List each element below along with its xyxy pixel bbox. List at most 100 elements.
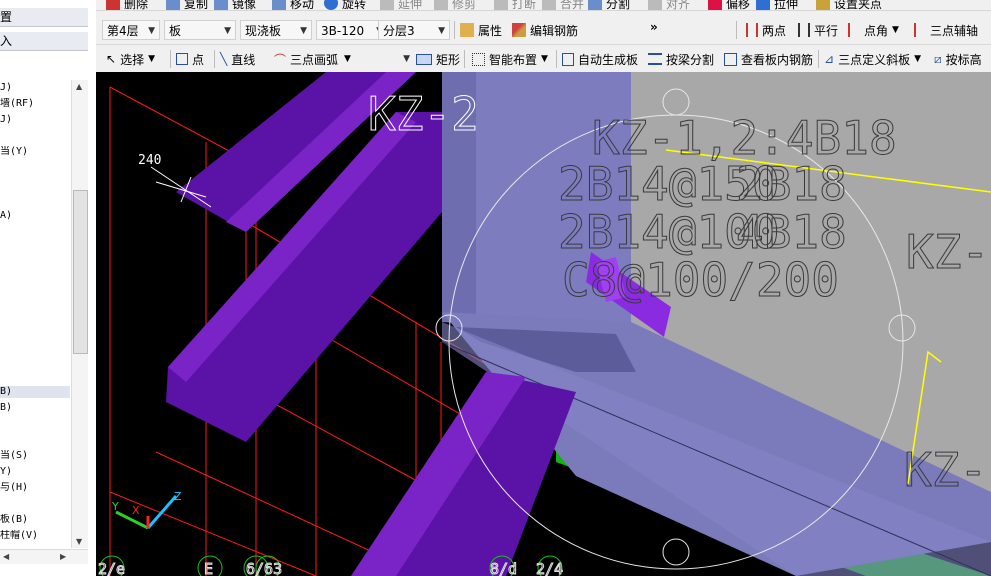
separator — [214, 50, 215, 68]
rotate-icon — [324, 0, 338, 10]
align-button[interactable]: 对齐 — [648, 0, 690, 10]
rotate-button[interactable]: 旋转 — [324, 0, 366, 10]
tree-item[interactable]: Y) — [0, 466, 70, 478]
tree-item[interactable]: A) — [0, 210, 70, 222]
layer-select[interactable]: 分层3 ▼ — [378, 20, 450, 40]
more-toolbar-button[interactable]: » — [650, 16, 658, 38]
dim-label: 240 — [138, 153, 161, 168]
svg-text:Y: Y — [111, 500, 119, 513]
chevron-down-icon: ▼ — [148, 54, 155, 64]
delete-icon — [106, 0, 120, 10]
tree-item[interactable]: B) — [0, 402, 70, 414]
tree-item[interactable]: 与(H) — [0, 482, 70, 494]
separator — [464, 50, 465, 68]
column-label-right: KZ- — [906, 225, 989, 279]
trim-button[interactable]: 修剪 — [434, 0, 476, 10]
tree-item-selected[interactable]: B) — [0, 386, 70, 398]
rebar-icon — [512, 23, 526, 37]
tree-item[interactable]: 当(S) — [0, 450, 70, 462]
model-view[interactable]: 240 KZ-2 KZ-1,2:4B18 2B14@150 2B18 2B14@… — [96, 72, 991, 576]
slope-icon: ⊿ — [824, 52, 835, 66]
axis-label: 2/4 — [536, 560, 563, 576]
arc-button[interactable]: ⌒ 三点画弧 ▼ — [274, 48, 351, 70]
parallel-axis-button[interactable]: 平行 — [798, 19, 838, 41]
delete-button[interactable]: 删除 — [106, 0, 148, 10]
offset-icon — [708, 0, 722, 10]
separator — [170, 50, 171, 68]
axis-label: E — [204, 560, 213, 576]
vertical-scrollbar[interactable]: ▲ ▼ — [71, 80, 88, 548]
break-button[interactable]: 打断 — [494, 0, 536, 10]
align-icon — [648, 0, 662, 10]
two-point-icon — [746, 23, 758, 37]
cursor-icon: ↖ — [106, 52, 117, 66]
chevron-down-icon: ▼ — [892, 25, 899, 35]
chevron-down-icon: ▼ — [541, 54, 548, 64]
separator — [556, 50, 557, 68]
view-rebar-in-slab-button[interactable]: 查看板内钢筋 — [724, 48, 813, 70]
left-panel: 置 入 J) 墙(RF) J) 当(Y) A) B) B) 当(S) Y) 与(… — [0, 0, 97, 576]
tree-item[interactable]: J) — [0, 114, 70, 126]
svg-text:Z: Z — [174, 490, 182, 503]
auto-generate-icon — [562, 52, 574, 66]
three-point-slope-button[interactable]: ⊿ 三点定义斜板 ▼ — [824, 48, 921, 70]
horizontal-scrollbar[interactable]: ◀ ▶ — [0, 549, 88, 564]
scroll-thumb[interactable] — [73, 190, 88, 354]
set-grip-button[interactable]: 设置夹点 — [816, 0, 882, 10]
mirror-icon — [214, 0, 228, 10]
smart-place-button[interactable]: 智能布置 ▼ — [472, 48, 548, 70]
tree-item[interactable]: 墙(RF) — [0, 98, 70, 110]
rectangle-button[interactable]: 矩形 — [416, 48, 460, 70]
scroll-down-icon[interactable]: ▼ — [76, 537, 82, 546]
separator — [818, 50, 819, 68]
drawing-canvas[interactable]: 240 KZ-2 KZ-1,2:4B18 2B14@150 2B18 2B14@… — [96, 72, 991, 576]
tree-item[interactable]: 板(B) — [0, 514, 70, 526]
floor-select[interactable]: 第4层 ▼ — [102, 20, 160, 40]
copy-icon — [166, 0, 180, 10]
axis-indicator: Y X Z — [111, 490, 182, 530]
split-button[interactable]: 分割 — [588, 0, 630, 10]
edit-rebar-button[interactable]: 编辑钢筋 — [512, 19, 578, 41]
move-button[interactable]: 移动 — [272, 0, 314, 10]
chevron-down-icon: ▼ — [224, 26, 231, 36]
mirror-button[interactable]: 镜像 — [214, 0, 256, 10]
scroll-up-icon[interactable]: ▲ — [76, 82, 82, 91]
grip-bottom[interactable] — [662, 538, 690, 566]
type-select[interactable]: 现浇板 ▼ — [240, 20, 312, 40]
offset-button[interactable]: 偏移 — [708, 0, 750, 10]
extend-button[interactable]: 延伸 — [380, 0, 422, 10]
scroll-right-icon[interactable]: ▶ — [60, 552, 66, 561]
svg-text:X: X — [132, 504, 140, 517]
chevron-down-icon: ▼ — [438, 26, 445, 36]
scroll-left-icon[interactable]: ◀ — [3, 552, 9, 561]
point-button[interactable]: 点 — [176, 48, 204, 70]
stretch-button[interactable]: 拉伸 — [756, 0, 798, 10]
overlap-label: 2B18 — [736, 157, 847, 211]
point-angle-axis-button[interactable]: 点角 ▼ — [848, 19, 899, 41]
toolbar-area: 删除 复制 镜像 移动 旋转 延伸 修剪 打断 合并 分割 对齐 偏移 拉伸 设… — [96, 0, 991, 73]
tree-item[interactable]: 柱帽(V) — [0, 530, 70, 542]
panel-header-settings[interactable]: 置 — [0, 8, 88, 27]
copy-button[interactable]: 复制 — [166, 0, 208, 10]
two-point-axis-button[interactable]: 两点 — [746, 19, 786, 41]
tree-item[interactable]: 当(Y) — [0, 146, 70, 158]
three-point-axis-button[interactable]: 三点辅轴 — [914, 19, 978, 41]
merge-icon — [542, 0, 556, 10]
panel-header-input[interactable]: 入 — [0, 32, 88, 51]
by-elevation-button[interactable]: ⧄ 按标高 — [934, 48, 982, 70]
category-select[interactable]: 板 ▼ — [164, 20, 236, 40]
line-button[interactable]: ╲ 直线 — [220, 48, 255, 70]
draw-mode-select[interactable]: ▼ — [354, 49, 414, 69]
toolbar-edit: 删除 复制 镜像 移动 旋转 延伸 修剪 打断 合并 分割 对齐 偏移 拉伸 设… — [96, 0, 991, 11]
auto-generate-slab-button[interactable]: 自动生成板 — [562, 48, 638, 70]
split-by-beam-button[interactable]: 按梁分割 — [648, 48, 714, 70]
trim-icon — [434, 0, 448, 10]
separator — [736, 21, 737, 39]
merge-button[interactable]: 合并 — [542, 0, 584, 10]
properties-button[interactable]: 属性 — [460, 19, 502, 41]
grip-icon — [816, 0, 830, 10]
tree-item[interactable]: J) — [0, 82, 70, 94]
select-button[interactable]: ↖ 选择 ▼ — [106, 48, 155, 70]
rectangle-icon — [416, 53, 432, 65]
three-point-axis-icon — [914, 23, 926, 37]
